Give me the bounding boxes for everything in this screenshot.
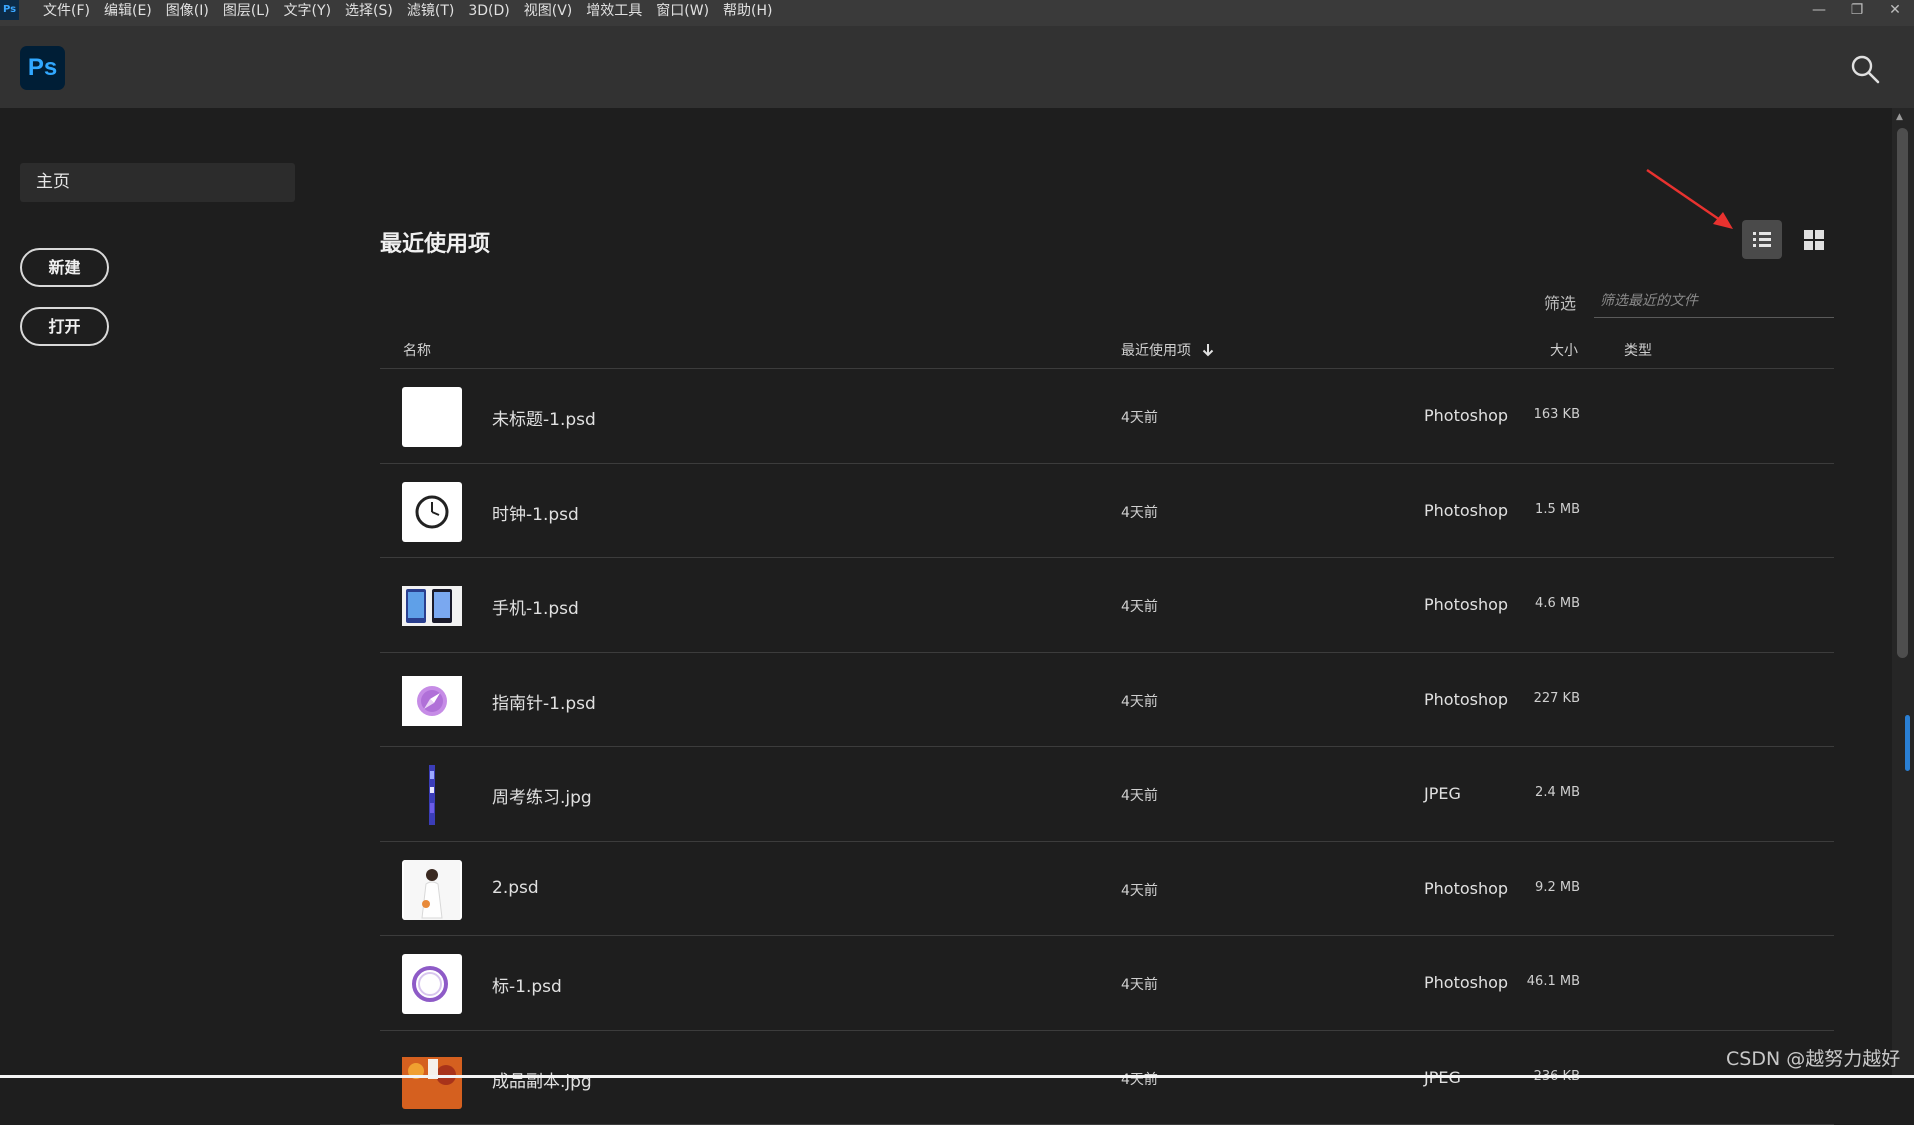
file-name: 周考练习.jpg — [492, 783, 592, 808]
grid-view-icon — [1794, 220, 1834, 259]
close-icon[interactable]: ✕ — [1876, 0, 1914, 22]
menu-edit[interactable]: 编辑(E) — [97, 0, 159, 26]
image-strip-icon — [402, 765, 462, 825]
restore-icon[interactable]: ❐ — [1838, 0, 1876, 22]
column-header-recent[interactable]: 最近使用项 — [1121, 340, 1215, 360]
open-button[interactable]: 打开 — [20, 307, 109, 346]
menu-image[interactable]: 图像(I) — [159, 0, 216, 26]
file-type: Photoshop — [1424, 690, 1508, 709]
table-row[interactable]: 2.psd 4天前 9.2 MB Photoshop — [380, 842, 1834, 937]
menu-3d[interactable]: 3D(D) — [461, 0, 516, 26]
filter-label: 筛选 — [1544, 290, 1576, 314]
menu-window[interactable]: 窗口(W) — [649, 0, 716, 26]
column-header-type[interactable]: 类型 — [1624, 340, 1652, 360]
file-size: 227 KB — [1534, 691, 1580, 706]
app-icon[interactable]: Ps — [0, 0, 19, 20]
menu-view[interactable]: 视图(V) — [517, 0, 580, 26]
vertical-scrollbar[interactable]: ▲ — [1892, 108, 1914, 1078]
file-date: 4天前 — [1121, 596, 1158, 616]
file-name: 手机-1.psd — [492, 594, 579, 619]
file-name: 时钟-1.psd — [492, 500, 579, 525]
menu-select[interactable]: 选择(S) — [338, 0, 400, 26]
column-header-recent-label: 最近使用项 — [1121, 343, 1191, 359]
annotation-arrow-icon — [1645, 168, 1735, 230]
table-row[interactable]: 标-1.psd 4天前 46.1 MB Photoshop — [380, 936, 1834, 1031]
file-thumbnail — [402, 1049, 462, 1109]
file-date: 4天前 — [1121, 502, 1158, 522]
menu-filter[interactable]: 滤镜(T) — [400, 0, 461, 26]
column-header-size[interactable]: 大小 — [1550, 340, 1578, 360]
file-type: JPEG — [1424, 784, 1461, 803]
table-row[interactable]: 手机-1.psd 4天前 4.6 MB Photoshop — [380, 558, 1834, 653]
column-header-name[interactable]: 名称 — [403, 340, 431, 360]
file-date: 4天前 — [1121, 691, 1158, 711]
menu-layer[interactable]: 图层(L) — [216, 0, 277, 26]
file-date: 4天前 — [1121, 1069, 1158, 1089]
app-header: Ps — [0, 26, 1914, 108]
file-thumbnail — [402, 387, 462, 447]
sort-down-icon — [1201, 343, 1215, 357]
file-thumbnail — [402, 482, 462, 542]
menu-list: 文件(F) 编辑(E) 图像(I) 图层(L) 文字(Y) 选择(S) 滤镜(T… — [36, 0, 780, 26]
file-date: 4天前 — [1121, 880, 1158, 900]
filter-input[interactable] — [1594, 284, 1834, 318]
scroll-up-icon[interactable]: ▲ — [1896, 112, 1903, 122]
photo-icon — [402, 1049, 462, 1109]
file-thumbnail — [402, 954, 462, 1014]
clock-icon — [402, 482, 462, 542]
menu-type[interactable]: 文字(Y) — [277, 0, 338, 26]
table-row[interactable]: 未标题-1.psd 4天前 163 KB Photoshop — [380, 369, 1834, 464]
list-view-button[interactable] — [1742, 220, 1782, 259]
file-name: 标-1.psd — [492, 972, 562, 997]
menu-plugins[interactable]: 增效工具 — [579, 0, 649, 26]
new-button[interactable]: 新建 — [20, 248, 109, 287]
file-type: Photoshop — [1424, 406, 1508, 425]
table-row[interactable]: 时钟-1.psd 4天前 1.5 MB Photoshop — [380, 464, 1834, 559]
watermark: CSDN @越努力越好 — [1726, 1044, 1900, 1071]
file-type: Photoshop — [1424, 879, 1508, 898]
file-date: 4天前 — [1121, 974, 1158, 994]
photo-icon — [402, 860, 462, 920]
file-name: 2.psd — [492, 878, 539, 898]
scrollbar-thumb[interactable] — [1897, 128, 1908, 658]
file-thumbnail — [402, 576, 462, 636]
table-row[interactable]: 指南针-1.psd 4天前 227 KB Photoshop — [380, 653, 1834, 748]
list-view-icon — [1742, 220, 1782, 259]
menu-file[interactable]: 文件(F) — [36, 0, 97, 26]
file-name: 成品副本.jpg — [492, 1067, 592, 1092]
minimize-icon[interactable]: — — [1800, 0, 1838, 22]
file-name: 指南针-1.psd — [492, 689, 596, 714]
file-thumbnail — [402, 765, 462, 825]
sidebar-item-home[interactable]: 主页 — [20, 163, 295, 202]
menu-help[interactable]: 帮助(H) — [716, 0, 779, 26]
menu-bar: Ps 文件(F) 编辑(E) 图像(I) 图层(L) 文字(Y) 选择(S) 滤… — [0, 0, 1914, 26]
file-type: Photoshop — [1424, 501, 1508, 520]
file-type: Photoshop — [1424, 595, 1508, 614]
grid-view-button[interactable] — [1794, 220, 1834, 259]
ps-logo: Ps — [20, 46, 65, 90]
file-thumbnail — [402, 671, 462, 731]
file-size: 163 KB — [1534, 407, 1580, 422]
file-type: Photoshop — [1424, 973, 1508, 992]
file-date: 4天前 — [1121, 785, 1158, 805]
window-controls: — ❐ ✕ — [1800, 0, 1914, 22]
file-size: 1.5 MB — [1535, 502, 1580, 517]
scroll-indicator — [1905, 715, 1910, 771]
recent-files-table: 未标题-1.psd 4天前 163 KB Photoshop 时钟-1.psd … — [380, 369, 1834, 1125]
file-date: 4天前 — [1121, 407, 1158, 427]
search-icon[interactable] — [1848, 52, 1882, 86]
table-row[interactable]: 周考练习.jpg 4天前 2.4 MB JPEG — [380, 747, 1834, 842]
ring-icon — [402, 954, 462, 1014]
file-thumbnail — [402, 860, 462, 920]
page-title: 最近使用项 — [380, 226, 490, 258]
file-size: 46.1 MB — [1527, 974, 1580, 989]
file-size: 2.4 MB — [1535, 785, 1580, 800]
phone-icon — [402, 576, 462, 636]
file-name: 未标题-1.psd — [492, 405, 596, 430]
file-size: 9.2 MB — [1535, 880, 1580, 895]
file-size: 4.6 MB — [1535, 596, 1580, 611]
compass-icon — [402, 671, 462, 731]
